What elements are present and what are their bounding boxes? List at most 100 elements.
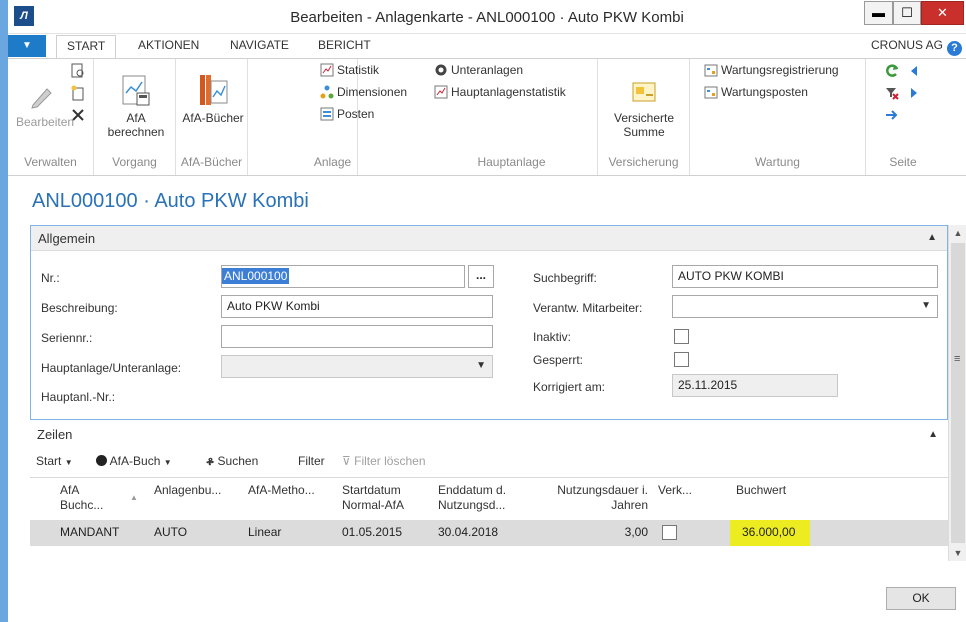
hauptunter-label: Hauptanlage/Unteranlage: bbox=[41, 361, 182, 375]
col-afa-buch[interactable]: AfA Buchc... bbox=[60, 483, 103, 513]
previous-icon[interactable] bbox=[906, 63, 922, 79]
bearbeiten-label: Bearbeiten bbox=[16, 115, 75, 129]
afa-buecher-label: AfA-Bücher bbox=[182, 111, 244, 125]
refresh-icon[interactable] bbox=[884, 63, 900, 79]
clear-filter-icon[interactable] bbox=[884, 85, 900, 101]
wartungsposten-label: Wartungsposten bbox=[721, 85, 808, 99]
page-title: ANL000100 · Auto PKW Kombi bbox=[32, 190, 309, 212]
calculate-depreciation-icon bbox=[122, 75, 150, 106]
lines-header[interactable]: Zeilen ▲ bbox=[30, 423, 948, 447]
gesperrt-label: Gesperrt: bbox=[533, 353, 584, 367]
delete-icon[interactable] bbox=[70, 107, 86, 123]
collapse-icon[interactable]: ▲ bbox=[928, 429, 938, 440]
view-icon[interactable] bbox=[70, 63, 86, 79]
window: Л Bearbeiten - Anlagenkarte - ANL000100 … bbox=[0, 0, 966, 622]
versicherte-summe-button[interactable]: Versicherte Summe bbox=[604, 79, 684, 139]
tab-aktionen[interactable]: AKTIONEN bbox=[138, 38, 199, 52]
beschreibung-field[interactable]: Auto PKW Kombi bbox=[221, 295, 493, 318]
filter-button[interactable]: Filter bbox=[298, 454, 325, 468]
col-buchwert[interactable]: Buchwert bbox=[736, 483, 786, 498]
wartungsposten-button[interactable]: Wartungsposten bbox=[704, 83, 808, 101]
filter-loeschen-label: Filter löschen bbox=[354, 454, 426, 468]
vertical-scrollbar[interactable]: ▲ ≡ ▼ bbox=[948, 225, 966, 561]
seriennr-field[interactable] bbox=[221, 325, 493, 348]
cell-startdatum[interactable]: 01.05.2015 bbox=[342, 525, 402, 539]
col-startdatum[interactable]: Startdatum Normal-AfA bbox=[342, 483, 404, 513]
scrollbar-thumb[interactable] bbox=[951, 243, 965, 543]
cell-verkauft-checkbox[interactable] bbox=[662, 525, 677, 540]
cell-enddatum[interactable]: 30.04.2018 bbox=[438, 525, 498, 539]
col-afa-buch-line1: AfA bbox=[60, 483, 80, 497]
afa-buecher-button[interactable]: AfA-Bücher bbox=[180, 73, 246, 125]
cell-nutzungsdauer[interactable]: 3,00 bbox=[536, 525, 648, 539]
dimensionen-button[interactable]: Dimensionen bbox=[320, 83, 407, 101]
group-hauptanlage: Unteranlagen Hauptanlagenstatistik Haupt… bbox=[426, 59, 598, 175]
group-label-anlage: Anlage bbox=[313, 155, 352, 169]
scroll-up-icon[interactable]: ▲ bbox=[949, 225, 966, 241]
start-label: Start bbox=[36, 454, 62, 468]
grip-icon: ≡ bbox=[954, 353, 961, 365]
afa-berechnen-line1: AfA bbox=[126, 111, 146, 125]
col-methode[interactable]: AfA-Metho... bbox=[248, 483, 315, 498]
close-button[interactable]: ✕ bbox=[921, 1, 964, 25]
hauptanlagenstatistik-button[interactable]: Hauptanlagenstatistik bbox=[434, 83, 566, 101]
app-menu-button[interactable]: ▼ bbox=[8, 35, 46, 57]
col-nutzungsdauer[interactable]: Nutzungsdauer i. Jahren bbox=[536, 483, 648, 513]
help-icon[interactable]: ? bbox=[947, 41, 962, 56]
statistik-button[interactable]: Statistik bbox=[320, 61, 379, 79]
next-icon[interactable] bbox=[906, 85, 922, 101]
gesperrt-checkbox[interactable] bbox=[674, 352, 689, 367]
chevron-down-icon: ▼ bbox=[921, 300, 931, 311]
cell-afa-buch[interactable]: MANDANT bbox=[60, 525, 119, 539]
start-menu-button[interactable]: Start ▼ bbox=[36, 454, 73, 468]
inaktiv-checkbox[interactable] bbox=[674, 329, 689, 344]
lines-toolbar: Start ▼ AfA-Buch ▼ ቆ Suchen Filter ⊽ Fil… bbox=[30, 451, 948, 473]
nr-label: Nr.: bbox=[41, 271, 60, 285]
tab-navigate[interactable]: NAVIGATE bbox=[230, 38, 289, 52]
hauptunter-select[interactable]: ▼ bbox=[221, 355, 493, 378]
lines-grid: AfA Buchc... ▲ Anlagenbu... AfA-Metho... … bbox=[30, 477, 948, 561]
maximize-button[interactable]: ☐ bbox=[893, 1, 921, 25]
col-enddatum-line1: Enddatum d. bbox=[438, 483, 507, 497]
scroll-down-icon[interactable]: ▼ bbox=[949, 545, 966, 561]
tab-bericht[interactable]: BERICHT bbox=[318, 38, 371, 52]
goto-icon[interactable] bbox=[884, 107, 900, 123]
filter-loeschen-button[interactable]: ⊽ Filter löschen bbox=[342, 454, 426, 468]
suchen-button[interactable]: ቆ Suchen bbox=[206, 454, 258, 469]
collapse-icon[interactable]: ▲ bbox=[927, 232, 937, 243]
suchbegriff-label: Suchbegriff: bbox=[533, 271, 597, 285]
tab-start[interactable]: START bbox=[56, 35, 117, 60]
fasttab-allgemein-header[interactable]: Allgemein ▲ bbox=[31, 226, 947, 251]
nr-assist-button[interactable]: ... bbox=[468, 265, 494, 288]
cell-buchwert[interactable]: 36.000,00 bbox=[742, 525, 795, 539]
cell-anlagenbu[interactable]: AUTO bbox=[154, 525, 187, 539]
suchbegriff-field[interactable]: AUTO PKW KOMBI bbox=[672, 265, 938, 288]
sort-ascending-icon: ▲ bbox=[130, 493, 138, 502]
bearbeiten-button[interactable]: Bearbeiten bbox=[16, 81, 74, 129]
afa-berechnen-button[interactable]: AfA berechnen bbox=[106, 73, 166, 139]
group-label-seite: Seite bbox=[889, 155, 917, 169]
ok-button[interactable]: OK bbox=[886, 587, 956, 610]
table-row[interactable]: MANDANT AUTO Linear 01.05.2015 30.04.201… bbox=[30, 520, 948, 546]
col-startdatum-line1: Startdatum bbox=[342, 483, 401, 497]
new-icon[interactable] bbox=[70, 85, 86, 101]
col-verkauft[interactable]: Verk... bbox=[658, 483, 692, 498]
col-anlagenbu[interactable]: Anlagenbu... bbox=[154, 483, 221, 498]
circle-icon bbox=[96, 455, 107, 466]
inaktiv-label: Inaktiv: bbox=[533, 330, 572, 344]
chevron-down-icon: ▼ bbox=[64, 458, 73, 467]
col-enddatum[interactable]: Enddatum d. Nutzungsd... bbox=[438, 483, 506, 513]
cell-methode[interactable]: Linear bbox=[248, 525, 281, 539]
mitarbeiter-select[interactable]: ▼ bbox=[672, 295, 938, 318]
group-label-afa-buecher: AfA-Bücher bbox=[180, 155, 243, 169]
wartungsregistrierung-button[interactable]: Wartungsregistrierung bbox=[704, 61, 839, 79]
group-vorgang: AfA berechnen Vorgang bbox=[94, 59, 176, 175]
afa-buch-menu-button[interactable]: AfA-Buch ▼ bbox=[96, 454, 172, 468]
fasttab-allgemein: Allgemein ▲ Nr.: ANL000100 ... Beschreib… bbox=[30, 225, 948, 420]
unteranlagen-button[interactable]: Unteranlagen bbox=[434, 61, 523, 79]
nr-field[interactable]: ANL000100 bbox=[221, 265, 465, 288]
ribbon-tabs: ▼ START AKTIONEN NAVIGATE BERICHT CRONUS… bbox=[8, 35, 966, 60]
posten-button[interactable]: Posten bbox=[320, 105, 374, 123]
pencil-icon bbox=[31, 88, 52, 109]
minimize-button[interactable]: ▬ bbox=[864, 1, 893, 25]
